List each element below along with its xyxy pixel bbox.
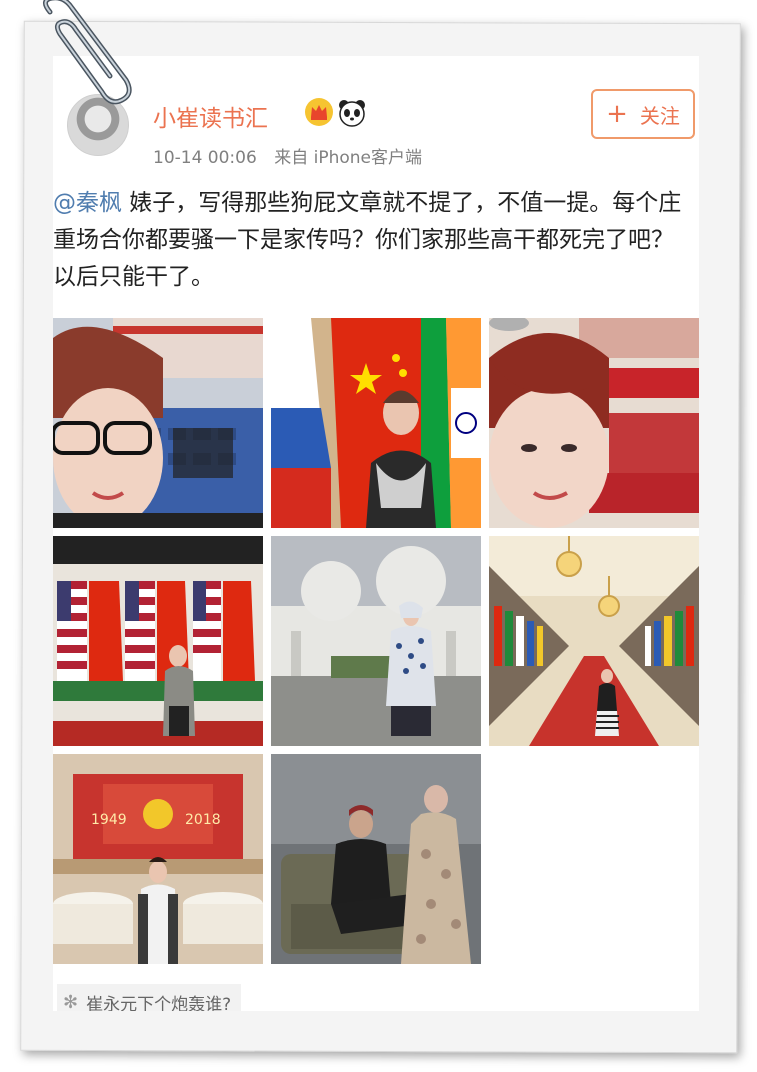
username[interactable]: 小崔读书汇 [153, 99, 268, 133]
photo-8[interactable] [271, 754, 481, 964]
follow-button[interactable]: + 关注 [591, 89, 695, 139]
photo-7-caption-left: 1949 [91, 812, 127, 828]
photo-2[interactable] [271, 318, 481, 528]
crown-icon [305, 98, 333, 126]
follow-label: 关注 [639, 103, 680, 128]
panda-icon [339, 100, 365, 127]
photo-4[interactable] [53, 536, 263, 746]
photo-5[interactable] [271, 536, 481, 746]
topic-label: 崔永元下个炮轰谁? [86, 994, 232, 1012]
post-meta: 10-14 00:06 来自 iPhone客户端 [153, 143, 422, 168]
post-body: 婊子，写得那些狗屁文章就不提了，不值一提。每个庄重场合你都要骚一下是家传吗？你们… [53, 190, 682, 290]
post-source[interactable]: 来自 iPhone客户端 [274, 148, 422, 168]
photo-7-caption-right: 2018 [185, 812, 221, 828]
photo-6[interactable] [489, 536, 699, 746]
paperclip-icon [43, 0, 132, 105]
topic-tag[interactable]: ✻ 崔永元下个炮轰谁? [57, 984, 242, 1012]
topic-icon: ✻ [63, 991, 79, 1012]
plus-icon: + [606, 99, 628, 129]
post-timestamp: 10-14 00:06 [153, 148, 257, 168]
weibo-post-card: 小崔读书汇 10-14 00:06 来自 iPhone客户端 + 关注 @秦枫 … [53, 56, 699, 1011]
photo-grid: 1949 2018 [53, 318, 699, 966]
photo-3[interactable] [489, 318, 699, 528]
post-text: @秦枫 婊子，写得那些狗屁文章就不提了，不值一提。每个庄重场合你都要骚一下是家传… [53, 185, 693, 296]
mention-link[interactable]: @秦枫 [53, 190, 122, 216]
photo-7[interactable]: 1949 2018 [53, 754, 263, 964]
photo-1[interactable] [53, 318, 263, 528]
